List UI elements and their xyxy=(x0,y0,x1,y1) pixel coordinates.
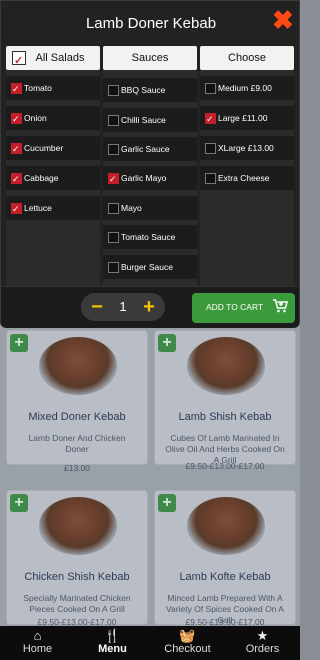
option-label: Tomato Sauce xyxy=(121,232,176,242)
food-image xyxy=(39,497,117,555)
checkbox[interactable] xyxy=(11,137,22,161)
close-icon[interactable]: ✖ xyxy=(272,7,294,33)
option-label: Mayo xyxy=(121,203,142,213)
food-image xyxy=(187,497,265,555)
choose-header: Choose xyxy=(200,46,294,70)
food-image xyxy=(39,337,117,395)
menu-card[interactable]: + Chicken Shish Kebab Specially Marinate… xyxy=(6,490,148,627)
item-description: Specially Marinated Chicken Pieces Cooke… xyxy=(23,593,131,614)
option-onion[interactable]: Onion xyxy=(6,106,100,131)
option-mayo[interactable]: Mayo xyxy=(103,196,197,220)
checkbox[interactable] xyxy=(108,144,119,155)
salads-header[interactable]: All Salads xyxy=(6,46,100,73)
add-item-icon[interactable]: + xyxy=(10,494,28,512)
checkbox[interactable] xyxy=(108,203,119,214)
checkbox[interactable] xyxy=(11,107,22,131)
item-options-modal: Lamb Doner Kebab ✖ All Salads Sauces Cho… xyxy=(0,0,300,328)
menu-card[interactable]: + Lamb Shish Kebab Cubes Of Lamb Marinat… xyxy=(154,330,296,471)
quantity-value: 1 xyxy=(119,299,127,314)
menu-card[interactable]: + Mixed Doner Kebab Lamb Doner And Chick… xyxy=(6,330,148,473)
option-xlarge[interactable]: XLarge £13.00 xyxy=(200,136,294,160)
checkbox[interactable] xyxy=(205,107,216,131)
checkbox[interactable] xyxy=(11,77,22,101)
nav-orders[interactable]: ★ Orders xyxy=(225,626,300,660)
option-label: Chilli Sauce xyxy=(121,115,166,125)
checkbox[interactable] xyxy=(108,85,119,96)
cart-icon xyxy=(273,299,288,313)
item-description: Lamb Doner And Chicken Doner xyxy=(28,433,126,454)
add-item-icon[interactable]: + xyxy=(158,494,176,512)
nav-label: Checkout xyxy=(164,643,211,655)
option-lettuce[interactable]: Lettuce xyxy=(6,196,100,221)
checkbox[interactable] xyxy=(108,115,119,126)
option-cucumber[interactable]: Cucumber xyxy=(6,136,100,161)
nav-label: Menu xyxy=(98,643,127,655)
option-chilli-sauce[interactable]: Chilli Sauce xyxy=(103,108,197,132)
basket-icon: 🧺 xyxy=(179,628,196,643)
bottom-nav: ⌂ Home 🍴 Menu 🧺 Checkout ★ Orders xyxy=(0,626,300,660)
menu-card[interactable]: + Lamb Kofte Kebab Minced Lamb Prepared … xyxy=(154,490,296,627)
option-tomato[interactable]: Tomato xyxy=(6,76,100,101)
item-price: £13.00 xyxy=(64,463,90,473)
checkbox[interactable] xyxy=(11,167,22,191)
option-label: Burger Sauce xyxy=(121,262,173,272)
checkbox[interactable] xyxy=(108,262,119,273)
checkbox[interactable] xyxy=(11,197,22,221)
salads-header-label: All Salads xyxy=(35,52,85,64)
option-cabbage[interactable]: Cabbage xyxy=(6,166,100,191)
add-item-icon[interactable]: + xyxy=(158,334,176,352)
option-label: BBQ Sauce xyxy=(121,85,166,95)
nav-checkout[interactable]: 🧺 Checkout xyxy=(150,626,225,660)
nav-label: Home xyxy=(22,643,53,655)
option-burger-sauce[interactable]: Burger Sauce xyxy=(103,255,197,279)
add-item-icon[interactable]: + xyxy=(10,334,28,352)
option-garlic-mayo[interactable]: Garlic Mayo xyxy=(103,166,197,191)
option-label: Tomato xyxy=(24,83,52,93)
choose-header-label: Choose xyxy=(228,52,266,64)
option-medium[interactable]: Medium £9.00 xyxy=(200,76,294,100)
checkbox[interactable] xyxy=(205,143,216,154)
option-label: Garlic Sauce xyxy=(121,144,170,154)
star-icon: ★ xyxy=(256,628,269,643)
option-garlic-sauce[interactable]: Garlic Sauce xyxy=(103,137,197,161)
decrease-button[interactable]: − xyxy=(87,293,107,321)
option-label: Extra Cheese xyxy=(218,173,270,183)
add-to-cart-label: ADD TO CART xyxy=(206,302,264,312)
quantity-stepper: − 1 + xyxy=(81,293,165,321)
option-label: Onion xyxy=(24,113,47,123)
item-name: Chicken Shish Kebab xyxy=(24,571,130,583)
option-extra-cheese[interactable]: Extra Cheese xyxy=(200,166,294,190)
option-tomato-sauce[interactable]: Tomato Sauce xyxy=(103,225,197,249)
option-label: XLarge £13.00 xyxy=(218,143,274,153)
nav-menu[interactable]: 🍴 Menu xyxy=(75,626,150,660)
item-name: Mixed Doner Kebab xyxy=(28,411,126,423)
select-all-checkbox[interactable] xyxy=(12,49,26,73)
cutlery-icon: 🍴 xyxy=(104,628,121,643)
modal-title: Lamb Doner Kebab xyxy=(85,15,217,32)
option-label: Lettuce xyxy=(24,203,52,213)
option-label: Large £11.00 xyxy=(218,113,268,123)
sauces-header-label: Sauces xyxy=(131,52,169,64)
increase-button[interactable]: + xyxy=(139,293,159,321)
item-name: Lamb Shish Kebab xyxy=(178,411,272,423)
option-label: Cabbage xyxy=(24,173,59,183)
home-icon: ⌂ xyxy=(33,628,42,643)
item-price: £9.50-£13.00-£17.00 xyxy=(185,461,265,471)
item-name: Lamb Kofte Kebab xyxy=(179,571,271,583)
option-bbq-sauce[interactable]: BBQ Sauce xyxy=(103,78,197,102)
option-label: Garlic Mayo xyxy=(121,173,167,183)
checkbox[interactable] xyxy=(205,173,216,184)
checkbox[interactable] xyxy=(108,167,119,191)
add-to-cart-button[interactable]: ADD TO CART xyxy=(192,293,295,323)
nav-label: Orders xyxy=(245,643,280,655)
food-image xyxy=(187,337,265,395)
sauces-header: Sauces xyxy=(103,46,197,70)
nav-home[interactable]: ⌂ Home xyxy=(0,626,75,660)
option-large[interactable]: Large £11.00 xyxy=(200,106,294,131)
option-label: Medium £9.00 xyxy=(218,83,272,93)
checkbox[interactable] xyxy=(108,232,119,243)
checkbox[interactable] xyxy=(205,83,216,94)
option-label: Cucumber xyxy=(24,143,64,153)
